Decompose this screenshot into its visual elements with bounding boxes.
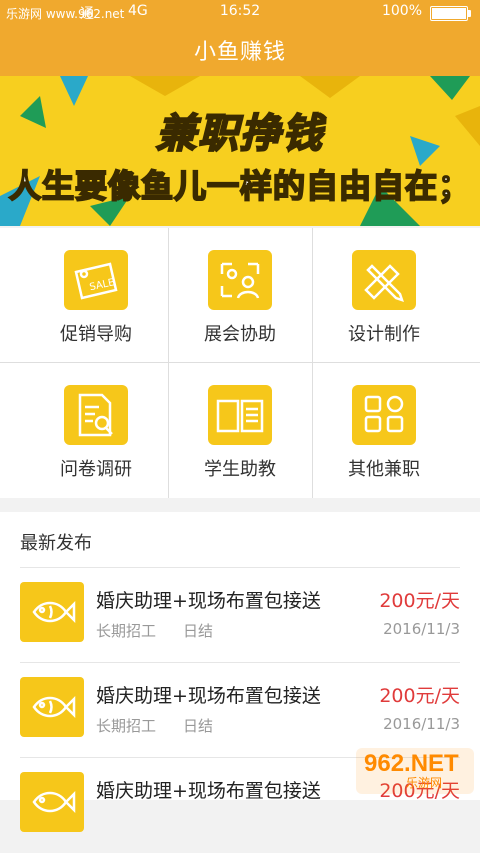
category-other[interactable]: 其他兼职	[304, 363, 464, 498]
job-settlement: 日结	[183, 622, 214, 640]
banner-slogan: 人生要像鱼儿一样的自由自在；	[8, 166, 471, 206]
fish-icon	[20, 772, 84, 832]
category-design[interactable]: 设计制作	[304, 228, 464, 363]
banner-headline: 兼职挣钱	[155, 110, 324, 158]
job-list-item[interactable]: 婚庆助理+现场布置包接送 长期招工 日结 200元/天 2016/11/3	[0, 663, 480, 758]
logo-subtext: 乐游网	[406, 776, 443, 790]
fish-icon	[20, 677, 84, 737]
open-book-icon	[208, 385, 272, 445]
category-tutor[interactable]: 学生助教	[160, 363, 320, 498]
job-date: 2016/11/3	[383, 715, 460, 733]
site-logo: 962.NET 乐游网	[356, 748, 474, 794]
job-title: 婚庆助理+现场布置包接送	[96, 780, 321, 802]
status-bar: 乐游网 www.962.net 通 4G 16:52 100%	[0, 0, 480, 24]
job-title: 婚庆助理+现场布置包接送	[96, 590, 321, 612]
category-label: 设计制作	[348, 324, 420, 345]
promo-banner[interactable]: 兼职挣钱 人生要像鱼儿一样的自由自在；	[0, 76, 480, 226]
sale-tag-icon: SALE	[64, 250, 128, 310]
category-sales[interactable]: SALE 促销导购	[16, 228, 176, 363]
ruler-pencil-icon	[352, 250, 416, 310]
job-type: 长期招工	[96, 717, 157, 735]
section-title: 最新发布	[20, 533, 92, 554]
app-header: 乐游网 www.962.net 通 4G 16:52 100% 小鱼赚钱	[0, 0, 480, 76]
category-grid: SALE 促销导购 展会协助 设计制作 问卷调研 学生助教 其他兼职	[0, 228, 480, 498]
category-exhibition[interactable]: 展会协助	[160, 228, 320, 363]
latest-section: 最新发布 婚庆助理+现场布置包接送 长期招工 日结 200元/天 2016/11…	[0, 512, 480, 832]
category-label: 促销导购	[60, 324, 132, 345]
grid-apps-icon	[352, 385, 416, 445]
category-label: 问卷调研	[60, 459, 132, 480]
job-list-item[interactable]: 婚庆助理+现场布置包接送 长期招工 日结 200元/天 2016/11/3	[0, 568, 480, 663]
job-price: 200元/天	[379, 685, 460, 707]
page-title: 小鱼赚钱	[193, 40, 286, 65]
category-label: 学生助教	[204, 459, 276, 480]
fish-icon	[20, 582, 84, 642]
job-type: 长期招工	[96, 622, 157, 640]
exhibition-user-icon	[208, 250, 272, 310]
job-date: 2016/11/3	[383, 620, 460, 638]
category-label: 其他兼职	[348, 459, 420, 480]
battery-percent: 100%	[381, 3, 422, 19]
job-settlement: 日结	[183, 717, 214, 735]
battery-icon	[430, 6, 471, 21]
category-label: 展会协助	[204, 324, 276, 345]
category-survey[interactable]: 问卷调研	[16, 363, 176, 498]
job-title: 婚庆助理+现场布置包接送	[96, 685, 321, 707]
survey-search-icon	[64, 385, 128, 445]
job-price: 200元/天	[379, 590, 460, 612]
